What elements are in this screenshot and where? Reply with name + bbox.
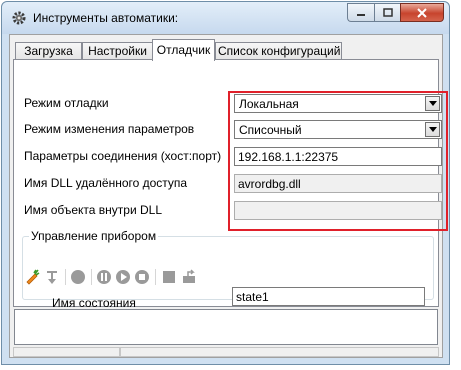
device-control-title: Управление прибором: [29, 229, 159, 243]
state-name-input[interactable]: state1: [232, 287, 425, 306]
debugger-panel: Режим отладки Локальная Режим изменения …: [13, 59, 448, 310]
toolbar-separator: [65, 269, 66, 285]
param-mode-label: Режим изменения параметров: [24, 122, 195, 136]
title-bar[interactable]: Инструменты автоматики:: [2, 2, 449, 34]
run-carrot-icon[interactable]: [24, 269, 40, 285]
tab-zagruzka[interactable]: Загрузка: [15, 42, 82, 60]
status-cell: [13, 347, 120, 357]
dll-object-label: Имя объекта внутри DLL: [24, 203, 163, 217]
maximize-icon: [382, 8, 393, 17]
highlight-frame: [228, 91, 448, 231]
stop-square-icon[interactable]: [161, 269, 177, 285]
state-name-value: state1: [236, 290, 269, 304]
dll-name-label: Имя DLL удалённого доступа: [24, 176, 188, 190]
minimize-icon: [357, 13, 365, 16]
debug-mode-label: Режим отладки: [24, 96, 109, 110]
maximize-button[interactable]: [374, 3, 400, 22]
toolbar-separator: [91, 269, 92, 285]
status-bar: [13, 347, 439, 357]
pause-icon[interactable]: [96, 269, 112, 285]
tab-nastroyki[interactable]: Настройки: [82, 42, 153, 60]
record-icon[interactable]: [70, 269, 86, 285]
gear-icon: [12, 11, 26, 25]
play-icon[interactable]: [115, 269, 131, 285]
minimize-button[interactable]: [347, 3, 374, 22]
status-cell: [120, 347, 439, 357]
toolbar-separator: [155, 269, 156, 285]
close-button[interactable]: [400, 3, 444, 22]
save-state-icon[interactable]: [181, 269, 197, 285]
connection-label: Параметры соединения (хост:порт): [24, 149, 222, 163]
close-icon: [417, 7, 427, 18]
stop-circle-icon[interactable]: [134, 269, 150, 285]
output-log[interactable]: [14, 309, 438, 345]
tab-spisok-konfiguraciy[interactable]: Список конфигураций: [215, 42, 342, 60]
window-title: Инструменты автоматики:: [33, 11, 179, 25]
state-name-label: Имя состояния: [52, 296, 136, 310]
step-down-icon[interactable]: [44, 269, 60, 285]
client-area: Загрузка Настройки Отладчик Список конфи…: [9, 34, 448, 358]
tab-otladchik[interactable]: Отладчик: [152, 39, 215, 61]
app-window: Инструменты автоматики: Загрузка Настрой…: [1, 1, 450, 365]
